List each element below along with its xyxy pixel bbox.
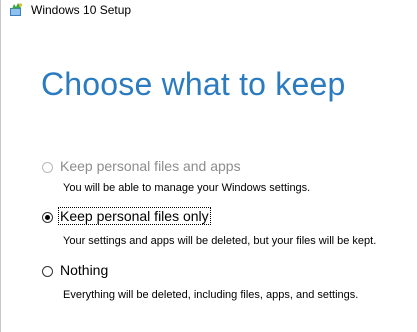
- title-bar: Windows 10 Setup: [0, 0, 417, 28]
- option-description: You will be able to manage your Windows …: [63, 182, 311, 194]
- radio-keep-files-only[interactable]: [42, 212, 53, 223]
- option-label[interactable]: Nothing: [60, 262, 108, 278]
- page-title: Choose what to keep: [41, 66, 346, 102]
- option-description: Everything will be deleted, including fi…: [63, 289, 359, 301]
- option-description: Your settings and apps will be deleted, …: [63, 235, 377, 247]
- radio-keep-files-and-apps: [42, 162, 53, 173]
- radio-nothing[interactable]: [42, 266, 53, 277]
- windows-setup-icon: [9, 2, 24, 17]
- window-title: Windows 10 Setup: [31, 3, 132, 17]
- option-label[interactable]: Keep personal files only: [58, 207, 211, 225]
- window-left-border: [0, 0, 1, 332]
- option-nothing[interactable]: Nothing Everything will be deleted, incl…: [42, 262, 412, 304]
- radio-selected-dot: [45, 215, 50, 220]
- option-label: Keep personal files and apps: [60, 158, 241, 174]
- option-keep-files-and-apps: Keep personal files and apps You will be…: [42, 158, 412, 200]
- option-keep-files-only[interactable]: Keep personal files only Your settings a…: [42, 207, 412, 250]
